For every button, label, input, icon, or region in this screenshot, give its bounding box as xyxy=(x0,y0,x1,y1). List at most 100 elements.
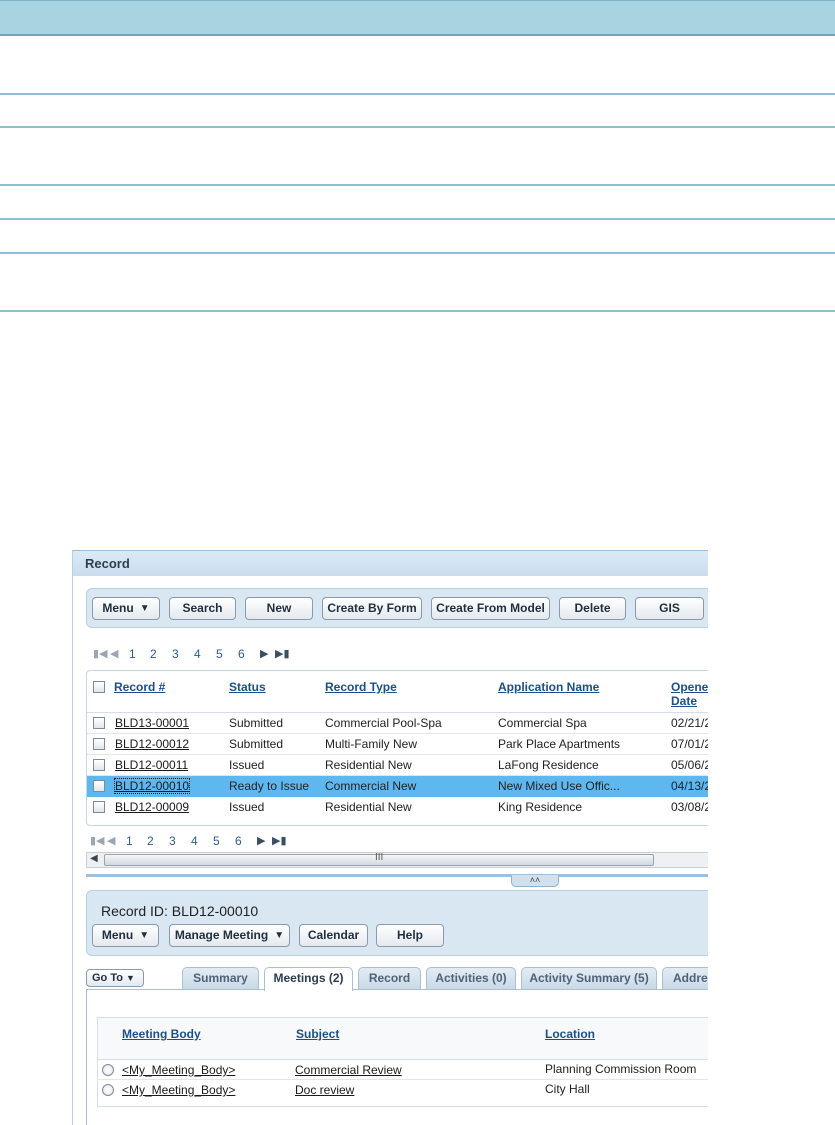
manage-meeting-label: Manage Meeting xyxy=(174,928,269,942)
prev-page-icon[interactable]: ◀ xyxy=(107,834,115,847)
gis-button[interactable]: GIS xyxy=(635,597,704,620)
tab-activity-summary[interactable]: Activity Summary (5) xyxy=(521,967,657,990)
detail-menu-label: Menu xyxy=(101,928,134,942)
page-link[interactable]: 6 xyxy=(235,834,242,848)
meeting-body-link[interactable]: <My_Meeting_Body> xyxy=(122,1063,235,1077)
record-number-link[interactable]: BLD12-00011 xyxy=(115,758,188,772)
new-button[interactable]: New xyxy=(245,597,313,620)
row-checkbox[interactable] xyxy=(93,801,105,813)
table-row[interactable]: BLD13-00001 Submitted Commercial Pool-Sp… xyxy=(87,713,708,734)
goto-dropdown[interactable]: Go To ▼ xyxy=(86,969,144,987)
row-checkbox[interactable] xyxy=(93,759,105,771)
record-number-link[interactable]: BLD12-00010 xyxy=(113,778,191,794)
manage-meeting-button[interactable]: Manage Meeting ▼ xyxy=(169,924,290,947)
next-page-icon[interactable]: ▶ xyxy=(257,834,265,847)
record-number-link[interactable]: BLD13-00001 xyxy=(115,716,189,730)
page-link[interactable]: 4 xyxy=(194,647,201,661)
search-button[interactable]: Search xyxy=(169,597,236,620)
record-grid: Record # Status Record Type Application … xyxy=(86,670,708,826)
page-link[interactable]: 6 xyxy=(238,647,245,661)
application-name-cell: Commercial Spa xyxy=(498,716,587,730)
scroll-left-icon[interactable]: ◀ xyxy=(90,853,98,864)
status-cell: Submitted xyxy=(229,716,284,730)
prev-page-icon[interactable]: ◀ xyxy=(110,647,118,660)
last-page-icon[interactable]: ▶▮ xyxy=(275,647,290,660)
page-link[interactable]: 5 xyxy=(216,647,223,661)
tab-meetings[interactable]: Meetings (2) xyxy=(264,967,353,991)
row-checkbox[interactable] xyxy=(93,738,105,750)
create-by-form-button[interactable]: Create By Form xyxy=(322,597,422,620)
page-link[interactable]: 2 xyxy=(147,834,154,848)
opened-date-header-line1: Opene xyxy=(671,680,708,694)
opened-date-header-line2: Date xyxy=(671,694,698,708)
table-row[interactable]: <My_Meeting_Body> Commercial Review Plan… xyxy=(98,1060,708,1080)
page-link[interactable]: 1 xyxy=(129,647,136,661)
first-page-icon[interactable]: ▮◀ xyxy=(90,834,105,847)
calendar-button[interactable]: Calendar xyxy=(299,924,368,947)
column-header-subject[interactable]: Subject xyxy=(296,1027,339,1041)
page-link[interactable]: 3 xyxy=(169,834,176,848)
record-panel-title: Record xyxy=(85,556,130,571)
row-radio-button[interactable] xyxy=(102,1084,114,1096)
column-header-location[interactable]: Location xyxy=(545,1027,595,1041)
status-cell: Issued xyxy=(229,758,265,772)
scrollbar-thumb[interactable]: III xyxy=(104,852,654,866)
dropdown-arrow-icon: ▼ xyxy=(274,930,285,941)
column-header-meeting-body[interactable]: Meeting Body xyxy=(122,1027,201,1041)
opened-date-cell: 07/01/2 xyxy=(671,737,708,751)
subject-link[interactable]: Commercial Review xyxy=(295,1063,402,1077)
record-toolbar: Menu ▼ Search New Create By Form Create F… xyxy=(86,588,708,628)
tab-activities[interactable]: Activities (0) xyxy=(426,967,516,990)
table-row-divider xyxy=(0,310,835,312)
tab-address[interactable]: Addres xyxy=(662,967,708,990)
tab-summary[interactable]: Summary xyxy=(182,967,259,990)
panel-splitter[interactable] xyxy=(86,874,708,877)
record-type-cell: Residential New xyxy=(325,758,412,772)
table-row[interactable]: BLD12-00011 Issued Residential New LaFon… xyxy=(87,755,708,776)
meeting-body-link[interactable]: <My_Meeting_Body> xyxy=(122,1083,235,1097)
last-page-icon[interactable]: ▶▮ xyxy=(272,834,287,847)
record-app-window: Record Menu ▼ Search New Create By Form C… xyxy=(72,550,708,1125)
page-link[interactable]: 2 xyxy=(150,647,157,661)
collapse-chevron-up-icon[interactable]: ˄˄ xyxy=(511,875,559,887)
record-id-title: Record ID: BLD12-00010 xyxy=(101,903,259,919)
goto-label: Go To xyxy=(92,972,123,984)
table-row[interactable]: BLD12-00012 Submitted Multi-Family New P… xyxy=(87,734,708,755)
record-number-link[interactable]: BLD12-00012 xyxy=(115,737,189,751)
document-table-header xyxy=(0,0,835,36)
first-page-icon[interactable]: ▮◀ xyxy=(93,647,108,660)
column-header-opened-date[interactable]: Opene Date xyxy=(671,680,708,708)
column-header-application-name[interactable]: Application Name xyxy=(498,680,599,694)
subject-link[interactable]: Doc review xyxy=(295,1083,354,1097)
page-link[interactable]: 1 xyxy=(126,834,133,848)
row-checkbox[interactable] xyxy=(93,717,105,729)
record-number-link[interactable]: BLD12-00009 xyxy=(115,800,189,814)
meetings-grid-header: Meeting Body Subject Location xyxy=(98,1018,708,1060)
bottom-pager: ▮◀ ◀ 1 2 3 4 5 6 ▶ ▶▮ xyxy=(90,834,330,852)
column-header-record-number[interactable]: Record # xyxy=(114,680,165,694)
table-row[interactable]: BLD12-00009 Issued Residential New King … xyxy=(87,797,708,818)
page-link[interactable]: 4 xyxy=(191,834,198,848)
next-page-icon[interactable]: ▶ xyxy=(260,647,268,660)
horizontal-scrollbar[interactable]: ◀ III xyxy=(86,852,708,868)
help-button[interactable]: Help xyxy=(376,924,444,947)
record-type-cell: Residential New xyxy=(325,800,412,814)
row-checkbox[interactable] xyxy=(93,780,105,792)
page-link[interactable]: 5 xyxy=(213,834,220,848)
opened-date-cell: 02/21/2 xyxy=(671,716,708,730)
top-pager: ▮◀ ◀ 1 2 3 4 5 6 ▶ ▶▮ xyxy=(93,647,333,665)
table-row[interactable]: <My_Meeting_Body> Doc review City Hall xyxy=(98,1080,708,1100)
table-row-selected[interactable]: BLD12-00010 Ready to Issue Commercial Ne… xyxy=(87,776,708,797)
column-header-status[interactable]: Status xyxy=(229,680,266,694)
delete-button[interactable]: Delete xyxy=(559,597,626,620)
row-radio-button[interactable] xyxy=(102,1064,114,1076)
record-detail-panel: Record ID: BLD12-00010 Menu ▼ Manage Meet… xyxy=(86,890,708,956)
create-from-model-button[interactable]: Create From Model xyxy=(431,597,550,620)
detail-menu-button[interactable]: Menu ▼ xyxy=(92,924,159,947)
opened-date-cell: 05/06/2 xyxy=(671,758,708,772)
page-link[interactable]: 3 xyxy=(172,647,179,661)
tab-record[interactable]: Record xyxy=(358,967,421,990)
menu-button[interactable]: Menu ▼ xyxy=(92,597,160,620)
select-all-checkbox[interactable] xyxy=(93,681,105,693)
column-header-record-type[interactable]: Record Type xyxy=(325,680,397,694)
